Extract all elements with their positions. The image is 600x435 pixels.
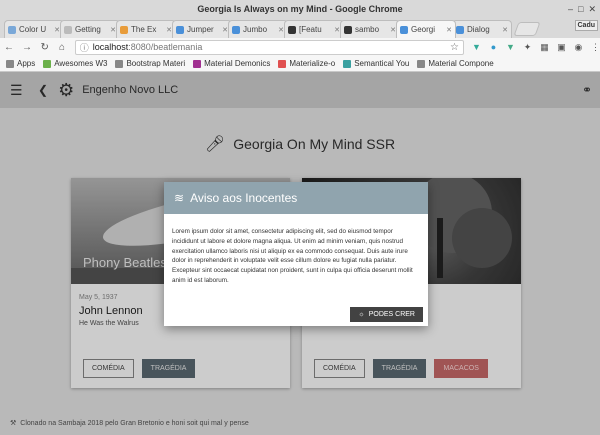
browser-tab[interactable]: Jumbo ✕ — [228, 20, 288, 38]
tab-favicon-icon — [400, 25, 408, 34]
bookmark-item[interactable]: Materialize-o — [278, 59, 335, 68]
tab-favicon-icon — [456, 25, 464, 34]
maximize-icon[interactable]: □ — [578, 3, 583, 15]
tab-favicon-icon — [176, 25, 184, 34]
url-path: :8080/beatlemania — [128, 42, 203, 52]
bookmark-item[interactable]: Awesomes W3 — [43, 59, 107, 68]
podes-crer-label: PODES CRER — [368, 311, 415, 318]
vuejs-extension-icon[interactable]: ▼ — [472, 42, 481, 53]
waves-icon: ≋ — [174, 191, 185, 205]
bookmark-item[interactable]: Material Compone — [417, 59, 494, 68]
info-icon[interactable]: ⓘ — [80, 41, 89, 54]
vue-devtools-icon[interactable]: ▼ — [506, 42, 515, 53]
tab-favicon-icon — [64, 25, 72, 34]
tab-label: Jumbo — [243, 25, 268, 34]
browser-tab[interactable]: Jumper ✕ — [172, 20, 232, 38]
bookmark-label: Material Demonics — [204, 59, 271, 68]
browser-tab[interactable]: sambo ✕ — [340, 20, 400, 38]
navigation-bar: ← → ↻ ⌂ ⓘ localhost:8080/beatlemania ☆ ▼… — [0, 38, 600, 56]
browser-tab[interactable]: Getting ✕ — [60, 20, 120, 38]
apps-grid-icon — [6, 59, 14, 68]
url-host: localhost — [92, 42, 129, 52]
browser-tab-active[interactable]: Georgi ✕ — [396, 20, 456, 38]
new-tab-button[interactable] — [513, 22, 541, 36]
more-menu-icon[interactable]: ⋮ — [591, 42, 600, 53]
tab-label: The Ex — [131, 25, 157, 34]
bookmarks-bar: Apps Awesomes W3 Bootstrap Materi Materi… — [0, 56, 600, 72]
close-icon[interactable]: ✕ — [588, 3, 596, 15]
address-bar[interactable]: ⓘ localhost:8080/beatlemania ☆ — [74, 39, 464, 55]
bookmark-label: Bootstrap Materi — [126, 59, 186, 68]
bookmark-label: Materialize-o — [289, 59, 336, 68]
tab-label: Jumper — [187, 25, 214, 34]
page-footer: ⚒ Clonado na Sambaja 2018 pelo Gran Bret… — [10, 419, 249, 428]
reload-icon[interactable]: ↻ — [40, 42, 49, 53]
window-controls: – □ ✕ — [568, 3, 596, 15]
screen-extension-icon[interactable]: ▣ — [557, 42, 566, 53]
back-arrow-icon[interactable]: ← — [4, 42, 14, 53]
tab-label: Georgi — [411, 25, 436, 34]
profile-button[interactable]: Cadu — [574, 20, 598, 31]
dialog-title: Aviso aos Inocentes — [190, 191, 298, 205]
bookmark-label: Semantical You — [354, 59, 410, 68]
forward-arrow-icon[interactable]: → — [22, 42, 32, 53]
tab-favicon-icon — [288, 25, 296, 34]
dialog-body: Lorem ipsum dolor sit amet, consectetur … — [172, 228, 413, 285]
bookmark-star-icon[interactable]: ☆ — [450, 42, 459, 53]
tab-label: sambo — [355, 25, 380, 34]
dialog: ≋ Aviso aos Inocentes Lorem ipsum dolor … — [164, 182, 428, 326]
bookmark-label: Material Compone — [428, 59, 494, 68]
page-icon — [115, 59, 124, 68]
puzzle-extension-icon[interactable]: ✦ — [523, 42, 532, 53]
tab-favicon-icon — [232, 25, 240, 34]
bookmark-label: Awesomes W3 — [54, 59, 108, 68]
footer-logo-icon: ⚒ — [10, 420, 17, 427]
browser-tab[interactable]: Dialog ✕ — [452, 20, 512, 38]
tab-favicon-icon — [120, 25, 128, 34]
footer-text: Clonado na Sambaja 2018 pelo Gran Breton… — [20, 419, 249, 427]
bookmark-favicon-icon — [43, 59, 52, 68]
bookmark-favicon-icon — [343, 59, 352, 68]
twitter-extension-icon[interactable]: ● — [489, 42, 498, 53]
tab-favicon-icon — [8, 25, 16, 34]
bookmark-label: Apps — [17, 59, 36, 68]
tab-label: [Featu — [299, 25, 322, 34]
bookmark-favicon-icon — [278, 59, 287, 68]
pocket-extension-icon[interactable]: ◉ — [574, 42, 583, 53]
dialog-header: ≋ Aviso aos Inocentes — [164, 182, 428, 214]
tab-label: Dialog — [467, 25, 490, 34]
bookmark-item[interactable]: Bootstrap Materi — [115, 59, 185, 68]
window-title: Georgia Is Always on my Mind - Google Ch… — [197, 4, 403, 14]
grid-extension-icon[interactable]: ▦ — [540, 42, 549, 53]
sun-icon: ☼ — [358, 311, 365, 318]
bookmark-item[interactable]: Semantical You — [343, 59, 409, 68]
window-titlebar: Georgia Is Always on my Mind - Google Ch… — [0, 0, 600, 18]
tab-label: Getting — [75, 25, 101, 34]
browser-tab[interactable]: [Featu ✕ — [284, 20, 344, 38]
extensions-area: ▼ ● ▼ ✦ ▦ ▣ ◉ ⋮ — [472, 42, 600, 53]
tab-strip: Color U ✕ Getting ✕ The Ex ✕ Jumper ✕ Jumbo ✕… — [0, 18, 600, 38]
home-icon[interactable]: ⌂ — [57, 42, 66, 53]
tab-close-icon[interactable]: ✕ — [446, 26, 452, 34]
bookmark-item[interactable]: Material Demonics — [193, 59, 270, 68]
bookmark-favicon-icon — [193, 59, 202, 68]
tab-favicon-icon — [344, 25, 352, 34]
bookmark-item[interactable]: Apps — [6, 59, 35, 68]
podes-crer-button[interactable]: ☼ PODES CRER — [350, 307, 423, 322]
page-icon — [417, 59, 426, 68]
browser-tab[interactable]: The Ex ✕ — [116, 20, 176, 38]
minimize-icon[interactable]: – — [568, 3, 573, 15]
tab-label: Color U — [19, 25, 47, 34]
browser-tab[interactable]: Color U ✕ — [4, 20, 64, 38]
tab-close-icon[interactable]: ✕ — [502, 26, 508, 34]
